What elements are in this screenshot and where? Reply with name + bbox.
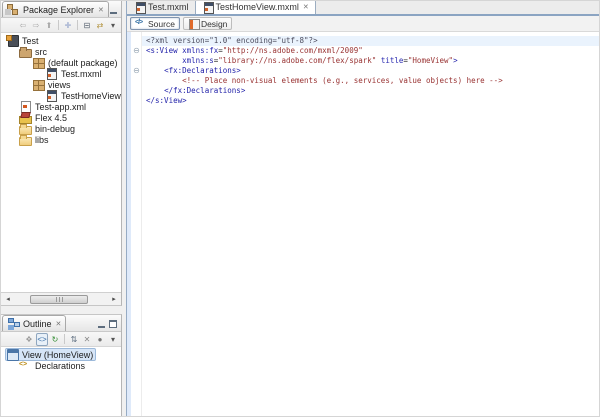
tree-item[interactable]: bin-debug (1, 123, 121, 134)
editor-tab[interactable]: Test.mxml (128, 0, 195, 14)
mode-button-label: Source (148, 19, 175, 29)
tree-item-label: (default package) (48, 58, 118, 68)
tree-item[interactable]: libs (1, 134, 121, 145)
declarations-icon (19, 360, 32, 371)
link-editor-icon[interactable]: ⇄ (94, 19, 106, 32)
editor-body: ⊖⊖ <?xml version="1.0" encoding="utf-8"?… (127, 32, 599, 417)
forward-icon[interactable]: ⇨ (30, 19, 42, 32)
collapse-all-icon[interactable]: ⊟ (81, 19, 93, 32)
tree-item-label: Declarations (35, 361, 85, 371)
package-icon (32, 57, 45, 68)
minimize-icon[interactable] (96, 319, 106, 328)
toolbar-separator (77, 20, 78, 30)
view-title: Package Explorer (23, 5, 94, 15)
xml-file-icon (19, 101, 32, 112)
tree-item-label: Test (22, 36, 39, 46)
editor-tab[interactable]: TestHomeView.mxml✕ (195, 0, 316, 14)
tree-item-label: View (HomeView) (22, 350, 93, 360)
editor-area: Test.mxml TestHomeView.mxml✕ Source Design… (122, 1, 599, 417)
expand-collapse-icon[interactable]: ❖ (23, 333, 35, 346)
flex-project-icon (6, 35, 19, 46)
code-line: <fx:Declarations> (146, 66, 599, 76)
left-panel-column: Package Explorer ✕ ⇦⇨⬆✛⊟⇄▾ Test src (def… (1, 1, 122, 417)
code-line: </s:View> (146, 96, 599, 106)
outline-panel: Outline ✕ ❖<>↻⇅✕●▾ View (HomeView) Decla… (1, 314, 122, 417)
attributes-icon[interactable]: ● (94, 333, 106, 346)
source-elements-icon[interactable]: <> (36, 333, 48, 346)
close-icon[interactable]: ✕ (302, 3, 309, 11)
mxml-file-icon (45, 90, 58, 101)
source-mode-button[interactable]: Source (130, 17, 180, 30)
view-menu-icon[interactable]: ▾ (107, 333, 119, 346)
filter-icon[interactable]: ✕ (81, 333, 93, 346)
focus-task-icon[interactable]: ✛ (62, 19, 74, 32)
link-refresh-icon[interactable]: ↻ (49, 333, 61, 346)
outline-toolbar: ❖<>↻ ⇅✕●▾ (1, 332, 121, 347)
package-explorer-tab[interactable]: Package Explorer ✕ (2, 1, 109, 17)
mxml-file-icon (202, 2, 213, 13)
library-icon (19, 112, 32, 123)
tree-item-label: TestHomeView.m (61, 91, 121, 101)
package-icon (32, 79, 45, 90)
tree-item-label: Test.mxml (61, 69, 102, 79)
close-icon[interactable]: ✕ (55, 320, 62, 328)
tree-item-label: libs (35, 135, 49, 145)
tree-item-label: Flex 4.5 (35, 113, 67, 123)
design-mode-button[interactable]: Design (183, 17, 232, 30)
up-icon[interactable]: ⬆ (43, 19, 55, 32)
package-explorer-header: Package Explorer ✕ (1, 1, 121, 18)
scrollbar-thumb[interactable] (30, 295, 88, 304)
outline-header: Outline ✕ (1, 315, 121, 332)
editor-tab-label: TestHomeView.mxml (216, 2, 299, 12)
scroll-right-icon[interactable]: ▸ (108, 295, 120, 303)
panel-sash[interactable] (1, 306, 122, 314)
source-mode-icon (135, 18, 146, 29)
mxml-file-icon (134, 2, 145, 13)
folder-icon (19, 123, 32, 134)
code-editor[interactable]: <?xml version="1.0" encoding="utf-8"?><s… (142, 32, 599, 417)
package-explorer-icon (7, 4, 20, 15)
code-line: </fx:Declarations> (146, 86, 599, 96)
package-explorer-tree: Test src (default package) Test.mxml vie… (1, 33, 121, 292)
editor-tab-label: Test.mxml (148, 2, 189, 12)
outline-tree: View (HomeView) Declarations (1, 347, 121, 417)
back-icon[interactable]: ⇦ (17, 19, 29, 32)
fold-marker-icon[interactable]: ⊖ (132, 46, 141, 55)
maximize-icon[interactable] (108, 319, 118, 328)
tree-item-label: bin-debug (35, 124, 75, 134)
mxml-file-icon (45, 68, 58, 79)
code-line: xmlns:s="library://ns.adobe.com/flex/spa… (146, 56, 599, 66)
folder-icon (19, 134, 32, 145)
editor-tab-bar: Test.mxml TestHomeView.mxml✕ (127, 1, 599, 16)
mode-button-label: Design (201, 19, 227, 29)
view-node-icon (6, 349, 19, 360)
code-line: <s:View xmlns:fx="http://ns.adobe.com/mx… (146, 46, 599, 56)
design-mode-icon (188, 18, 199, 29)
view-title: Outline (23, 319, 52, 329)
tree-item-label: views (48, 80, 71, 90)
package-explorer-toolbar: ⇦⇨⬆ ✛ ⊟⇄▾ (1, 18, 121, 33)
tree-item[interactable]: Declarations (1, 360, 121, 371)
tree-item-label: Test-app.xml (35, 102, 86, 112)
toolbar-separator (64, 334, 65, 344)
sort-icon[interactable]: ⇅ (68, 333, 80, 346)
close-icon[interactable]: ✕ (97, 6, 104, 14)
horizontal-scrollbar[interactable]: ◂ ▸ (1, 292, 121, 305)
folding-column: ⊖⊖ (131, 32, 142, 417)
view-menu-icon[interactable]: ▾ (107, 19, 119, 32)
toolbar-separator (58, 20, 59, 30)
fold-marker-icon[interactable]: ⊖ (132, 66, 141, 75)
code-line: <!-- Place non-visual elements (e.g., se… (146, 76, 599, 86)
package-explorer-panel: Package Explorer ✕ ⇦⇨⬆ ✛ ⊟⇄▾ Test src (def… (1, 1, 122, 306)
scroll-left-icon[interactable]: ◂ (2, 295, 14, 303)
source-design-toolbar: Source Design (127, 16, 599, 32)
tree-item-label: src (35, 47, 47, 57)
outline-icon (7, 318, 20, 329)
minimize-icon[interactable] (109, 5, 119, 14)
source-folder-icon (19, 46, 32, 57)
ide-window: Package Explorer ✕ ⇦⇨⬆✛⊟⇄▾ Test src (def… (0, 0, 600, 417)
outline-tab[interactable]: Outline ✕ (2, 315, 66, 331)
code-line: <?xml version="1.0" encoding="utf-8"?> (142, 36, 599, 46)
